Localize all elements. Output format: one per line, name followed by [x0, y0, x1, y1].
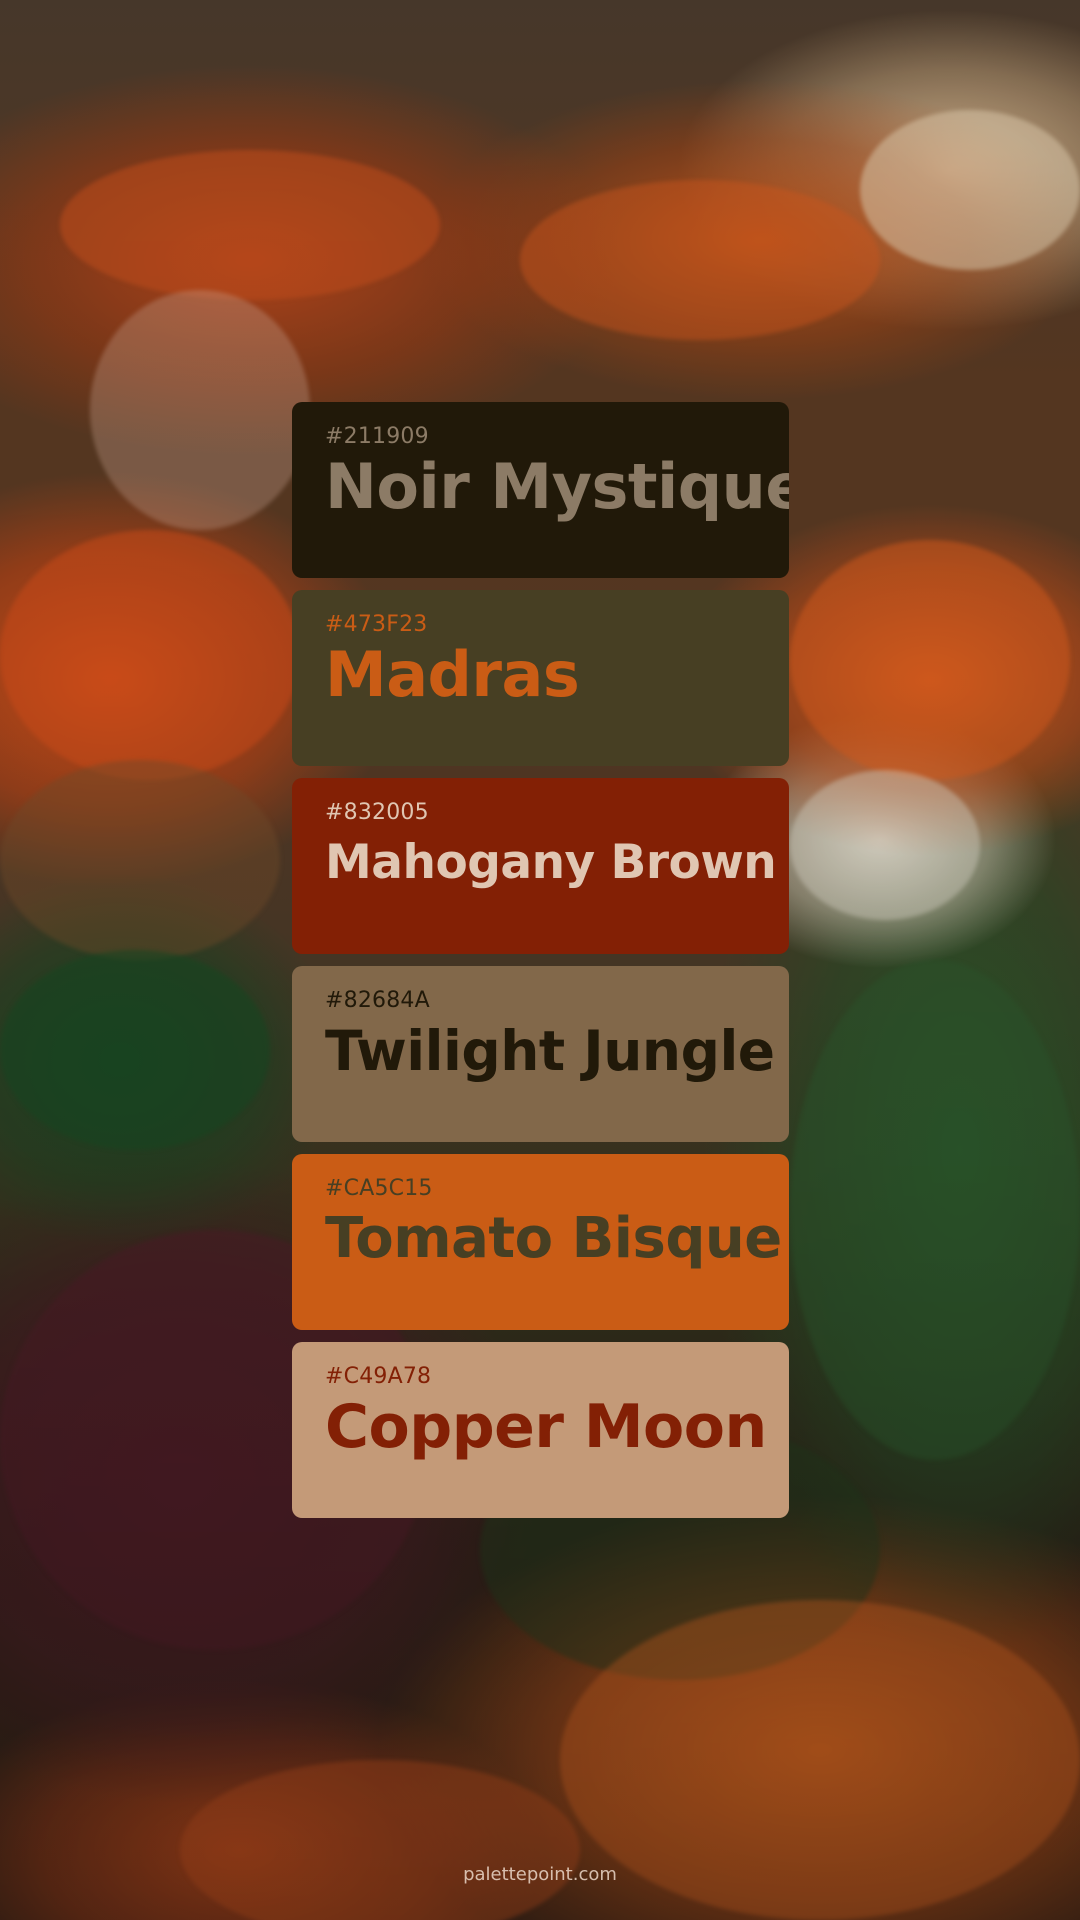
- color-swatch-card: #832005 Mahogany Brown: [292, 778, 789, 954]
- color-swatch-card: #CA5C15 Tomato Bisque: [292, 1154, 789, 1330]
- color-swatch-card: #82684A Twilight Jungle: [292, 966, 789, 1142]
- color-hex-code: #211909: [325, 424, 429, 449]
- color-hex-code: #CA5C15: [325, 1176, 433, 1201]
- color-swatch-card: #211909 Noir Mystique: [292, 402, 789, 578]
- color-hex-code: #473F23: [325, 612, 428, 637]
- color-hex-code: #82684A: [325, 988, 430, 1013]
- color-name: Mahogany Brown: [325, 835, 777, 890]
- site-watermark: palettepoint.com: [463, 1864, 617, 1885]
- color-name: Madras: [325, 638, 580, 711]
- color-swatch-card: #C49A78 Copper Moon: [292, 1342, 789, 1518]
- color-hex-code: #832005: [325, 800, 429, 825]
- color-name: Tomato Bisque: [325, 1206, 782, 1271]
- color-palette: #211909 Noir Mystique #473F23 Madras #832005…: [292, 402, 789, 1530]
- color-name: Noir Mystique: [325, 450, 789, 523]
- color-name: Copper Moon: [325, 1392, 767, 1462]
- color-name: Twilight Jungle: [325, 1019, 775, 1083]
- color-swatch-card: #473F23 Madras: [292, 590, 789, 766]
- color-hex-code: #C49A78: [325, 1364, 432, 1389]
